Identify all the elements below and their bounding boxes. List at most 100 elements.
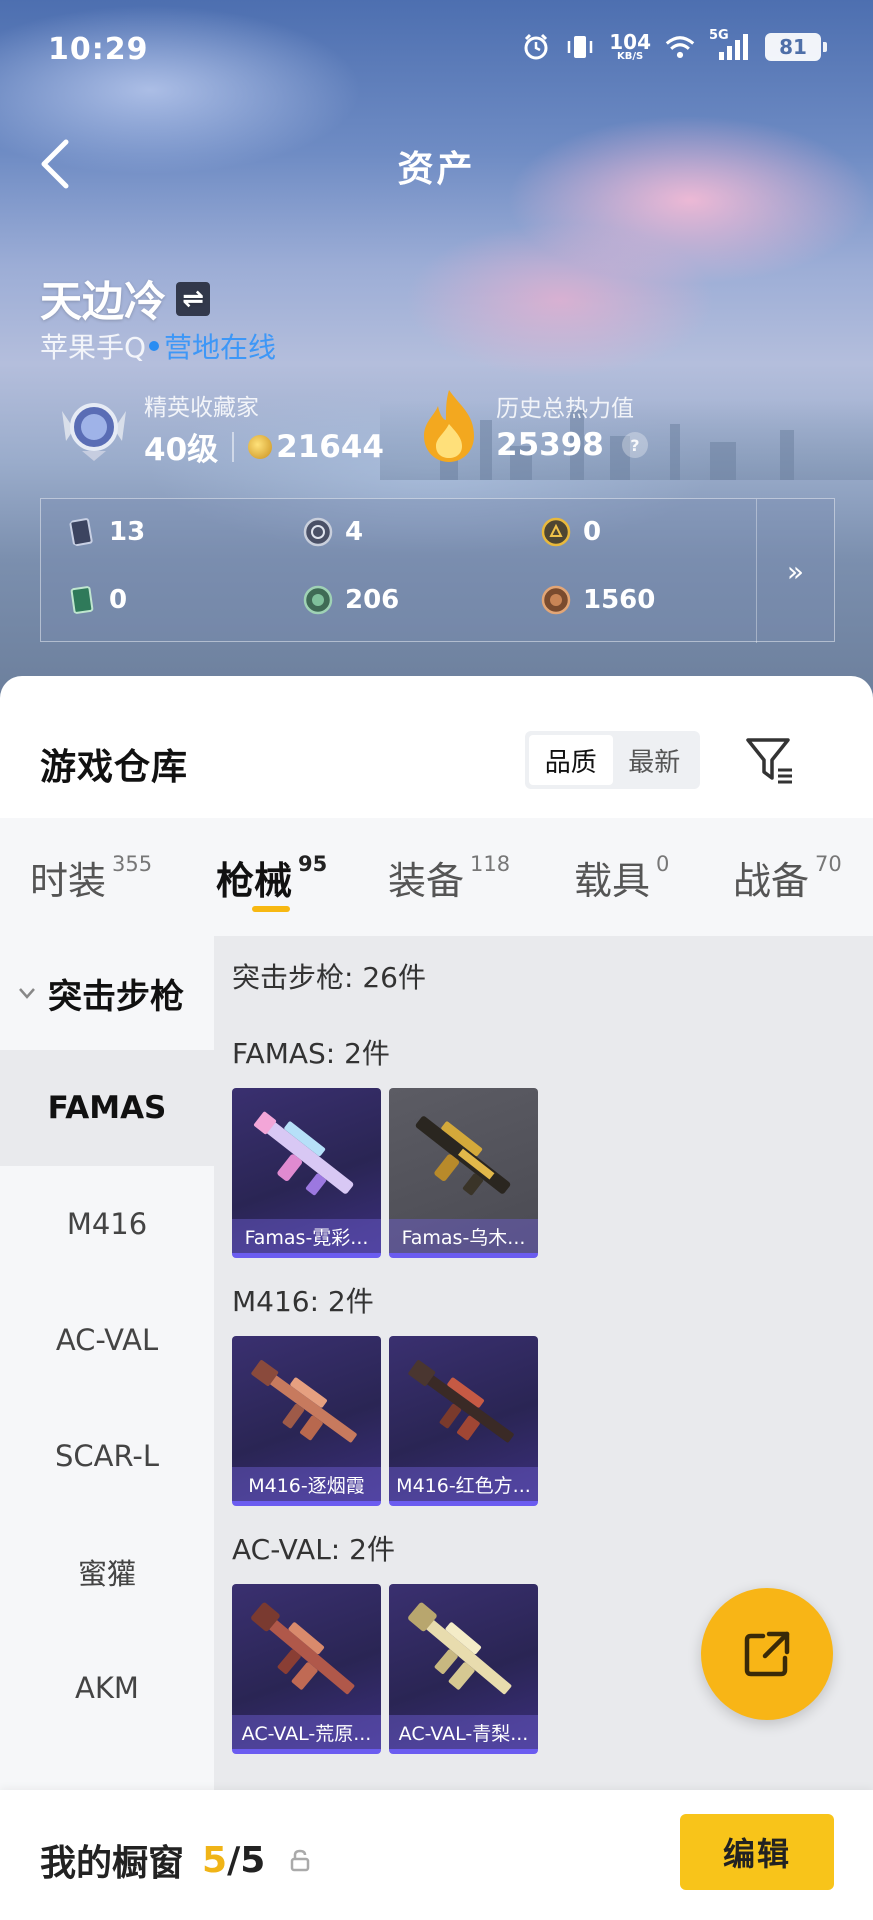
heat-label: 历史总热力值 (496, 396, 634, 422)
rank-badge-icon (62, 402, 126, 461)
rank-title: 精英收藏家 (144, 395, 259, 421)
famas-rainbow-rifle-icon (253, 1111, 354, 1196)
skin-name: AC-VAL-荒原... (232, 1715, 381, 1749)
m416-red-rifle-icon (408, 1360, 514, 1443)
sort-option-newest[interactable]: 最新 (613, 735, 697, 785)
skin-card[interactable]: AC-VAL-荒原... (232, 1584, 381, 1754)
section-title: FAMAS: 2件 (232, 1037, 390, 1070)
category-tabs: 时装 355 枪械 95 装备 118 载具 0 战备 70 (0, 818, 873, 936)
gold-badge-icon (541, 517, 571, 547)
skin-name: M416-逐烟霞 (232, 1467, 381, 1501)
player-name-row: 天边冷 ⇌ (40, 268, 211, 329)
edit-button[interactable]: 编辑 (680, 1814, 834, 1890)
battery-indicator: 81 (765, 33, 827, 61)
page-title: 资产 (397, 149, 476, 190)
ac-val-wasteland-rifle-icon (251, 1602, 355, 1695)
side-item-m416[interactable]: M416 (0, 1166, 214, 1282)
side-item-honey-badger[interactable]: 蜜獾 (0, 1514, 214, 1630)
player-subtitle: 苹果手Q 营地在线 (40, 326, 276, 366)
skin-card[interactable]: Famas-乌木... (389, 1088, 538, 1258)
currency-value: 206 (345, 585, 400, 615)
skin-card[interactable]: M416-红色方... (389, 1336, 538, 1506)
net-speed: 104 KB/S (609, 30, 651, 62)
category-label: 突击步枪 (48, 976, 184, 1017)
currency-item[interactable]: 0 (67, 585, 127, 615)
skin-card[interactable]: M416-逐烟霞 (232, 1336, 381, 1506)
status-time: 10:29 (48, 32, 149, 67)
sort-option-quality[interactable]: 品质 (529, 735, 613, 785)
skin-name: AC-VAL-青梨... (389, 1715, 538, 1749)
online-status: 营地在线 (164, 331, 277, 364)
active-tab-indicator (252, 906, 290, 912)
sort-toggle: 品质 最新 (525, 731, 700, 789)
coin-icon (248, 434, 273, 459)
category-header[interactable]: 突击步枪 (0, 936, 214, 1050)
currency-value: 1560 (583, 585, 656, 615)
side-item-ac-val[interactable]: AC-VAL (0, 1282, 214, 1398)
flame-icon (424, 390, 474, 462)
help-icon[interactable]: ? (621, 432, 648, 458)
side-item-famas[interactable]: FAMAS (0, 1050, 214, 1166)
currency-item[interactable]: 206 (303, 585, 399, 615)
silver-coin-icon (303, 517, 333, 547)
green-card-icon (70, 586, 94, 614)
heat-block[interactable]: 历史总热力值 25398 ? (416, 386, 648, 466)
currency-panel: 13 4 0 0 206 1560 » (40, 498, 835, 643)
tab-supplies[interactable]: 战备 70 (733, 818, 842, 936)
skin-name: Famas-乌木... (389, 1219, 538, 1253)
status-bar: 10:29 104 KB/S 5G 81 (0, 0, 873, 100)
online-dot-icon (149, 341, 160, 351)
showcase-label: 我的橱窗 (40, 1843, 185, 1884)
rank-block[interactable]: 精英收藏家 40级 21644 (56, 388, 384, 469)
showcase-max: 5 (240, 1839, 266, 1881)
currency-value: 13 (109, 517, 146, 547)
status-icons: 104 KB/S 5G 81 (521, 28, 827, 62)
section-title: M416: 2件 (232, 1285, 374, 1318)
showcase-separator: / (227, 1839, 241, 1881)
skin-card[interactable]: Famas-霓彩... (232, 1088, 381, 1258)
section-title: AC-VAL: 2件 (232, 1533, 395, 1566)
expand-currencies-button[interactable]: » (756, 499, 834, 643)
currency-value: 4 (345, 517, 364, 547)
ac-val-pear-rifle-icon (408, 1602, 512, 1695)
side-item-scar-l[interactable]: SCAR-L (0, 1398, 214, 1514)
currency-item[interactable]: 4 (303, 517, 363, 547)
warehouse-title: 游戏仓库 (40, 747, 189, 788)
signal-icon: 5G (709, 28, 751, 62)
tab-equipment[interactable]: 装备 118 (388, 818, 510, 936)
currency-value: 0 (583, 517, 602, 547)
famas-ebony-rifle-icon (415, 1116, 511, 1196)
currency-item[interactable]: 0 (541, 517, 601, 547)
chevron-down-icon (19, 988, 35, 999)
m416-smoke-rifle-icon (251, 1360, 357, 1443)
bottom-bar: 我的橱窗 5 / 5 编辑 (0, 1790, 873, 1920)
side-item-akm[interactable]: AKM (0, 1630, 214, 1746)
alarm-icon (521, 32, 551, 62)
currency-value: 0 (109, 585, 128, 615)
currency-item[interactable]: 13 (67, 517, 145, 547)
player-level: 40级 (144, 432, 219, 468)
green-coin-icon (303, 585, 333, 615)
tab-guns[interactable]: 枪械 95 (216, 818, 327, 936)
skin-card[interactable]: AC-VAL-青梨... (389, 1584, 538, 1754)
showcase-current: 5 (202, 1839, 228, 1881)
platform-label: 苹果手Q (40, 331, 147, 364)
skin-name: M416-红色方... (389, 1467, 538, 1501)
currency-item[interactable]: 1560 (541, 585, 655, 615)
showcase-row: 我的橱窗 5 / 5 (40, 1834, 311, 1886)
bronze-coin-icon (541, 585, 571, 615)
tab-fashion[interactable]: 时装 355 (30, 818, 152, 936)
tab-vehicles[interactable]: 载具 0 (574, 818, 669, 936)
filter-icon (746, 738, 792, 784)
category-total: 突击步枪: 26件 (232, 961, 426, 994)
card-icon (69, 518, 93, 547)
external-share-icon (744, 1631, 790, 1677)
coin-value: 21644 (276, 428, 384, 465)
skin-name: Famas-霓彩... (232, 1219, 381, 1253)
filter-button[interactable] (742, 732, 798, 788)
weapon-side-nav: 突击步枪 FAMAS M416 AC-VAL SCAR-L 蜜獾 AKM (0, 936, 214, 1790)
divider (232, 431, 235, 462)
share-button[interactable] (701, 1588, 833, 1720)
switch-account-icon[interactable]: ⇌ (176, 281, 211, 316)
player-name: 天边冷 (40, 277, 167, 326)
